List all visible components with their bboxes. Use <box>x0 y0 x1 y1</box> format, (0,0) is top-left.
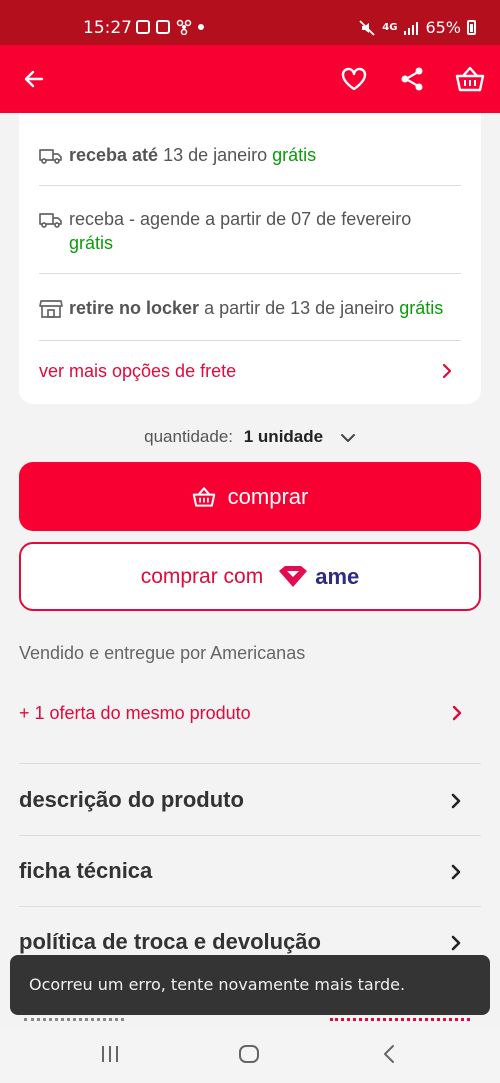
more-offers-label: + 1 oferta do mesmo produto <box>19 703 251 723</box>
status-bar: 15:27 4G 65% <box>0 0 500 45</box>
share-icon[interactable] <box>396 63 428 95</box>
notification-icons <box>136 19 204 35</box>
section-product-description[interactable]: descrição do produto <box>19 787 481 813</box>
app-notification-icon <box>156 20 170 34</box>
home-button[interactable] <box>234 1042 264 1066</box>
error-toast: Ocorreu um erro, tente novamente mais ta… <box>10 955 490 1015</box>
shipping-price: grátis <box>399 298 444 318</box>
shipping-option-date: 13 de janeiro <box>158 145 273 165</box>
battery-icon <box>467 20 476 35</box>
back-button[interactable] <box>374 1042 404 1066</box>
back-icon <box>384 1045 394 1063</box>
more-notifications-dot <box>198 24 204 30</box>
section-label: descrição do produto <box>19 787 244 812</box>
chevron-right-icon <box>442 363 452 379</box>
home-icon <box>239 1045 259 1063</box>
store-icon <box>39 300 63 318</box>
shipping-price: grátis <box>272 145 317 165</box>
seller-info: Vendido e entregue por Americanas <box>19 643 306 663</box>
heart-icon[interactable] <box>338 63 370 95</box>
section-technical-sheet[interactable]: ficha técnica <box>19 858 481 884</box>
buy-button-label: comprar <box>227 483 309 509</box>
back-arrow-icon[interactable] <box>18 63 50 95</box>
chevron-right-icon <box>452 705 462 721</box>
shipping-option: receba - agende a partir de 07 de fevere… <box>39 207 461 255</box>
system-nav-bar <box>0 1026 500 1083</box>
shipping-option-title: receba até <box>69 145 159 165</box>
network-type: 4G <box>382 22 398 33</box>
fan-notification-icon <box>176 19 192 35</box>
section-return-policy[interactable]: política de troca e devolução <box>19 929 481 955</box>
recent-apps-icon <box>102 1046 118 1062</box>
more-offers-link[interactable]: + 1 oferta do mesmo produto <box>19 703 481 724</box>
battery-percent: 65% <box>425 18 461 37</box>
ame-logo-text: ame <box>315 563 360 589</box>
buy-with-ame-button[interactable]: comprar com ame <box>19 542 481 611</box>
divider <box>19 763 481 764</box>
chevron-right-icon <box>451 864 461 880</box>
truck-icon <box>39 149 62 164</box>
system-status: 4G 65% <box>358 18 476 37</box>
divider <box>39 340 461 341</box>
truck-icon <box>39 213 62 228</box>
recent-apps-button[interactable] <box>95 1042 125 1066</box>
app-bar <box>0 45 500 113</box>
divider <box>39 185 461 186</box>
basket-icon[interactable] <box>454 63 486 95</box>
shipping-option: receba até 13 de janeiro grátis <box>39 143 461 167</box>
buy-with-ame-label: comprar com <box>140 564 264 588</box>
shipping-option-date: receba - agende a partir de 07 de fevere… <box>69 209 412 229</box>
basket-icon <box>192 486 215 507</box>
shipping-option: retire no locker a partir de 13 de janei… <box>39 296 461 320</box>
signal-icon <box>404 21 419 35</box>
error-toast-message: Ocorreu um erro, tente novamente mais ta… <box>29 975 406 994</box>
shipping-option-title: retire no locker <box>69 298 200 318</box>
mute-icon <box>359 19 375 36</box>
ame-heart-icon <box>279 565 308 587</box>
buy-button[interactable]: comprar <box>19 462 481 531</box>
more-shipping-options-label: ver mais opções de frete <box>39 361 237 381</box>
divider <box>39 273 461 274</box>
partially-visible-row <box>0 1016 500 1026</box>
quantity-label: quantidade: <box>144 427 234 446</box>
quantity-selector[interactable]: quantidade: 1 unidade <box>0 427 500 447</box>
shipping-card: receba até 13 de janeiro grátis receba -… <box>19 113 481 404</box>
gallery-notification-icon <box>136 20 150 34</box>
chevron-down-icon <box>340 433 355 442</box>
more-shipping-options-link[interactable]: ver mais opções de frete <box>39 361 461 382</box>
divider <box>19 835 481 836</box>
chevron-right-icon <box>451 793 461 809</box>
section-label: ficha técnica <box>19 858 153 883</box>
shipping-price: grátis <box>69 233 114 253</box>
status-time: 15:27 <box>83 18 132 38</box>
divider <box>19 906 481 907</box>
chevron-right-icon <box>451 935 461 951</box>
shipping-option-date: a partir de 13 de janeiro <box>199 298 400 318</box>
quantity-value: 1 unidade <box>243 427 324 446</box>
section-label: política de troca e devolução <box>19 929 321 954</box>
ame-logo: ame <box>277 564 359 590</box>
